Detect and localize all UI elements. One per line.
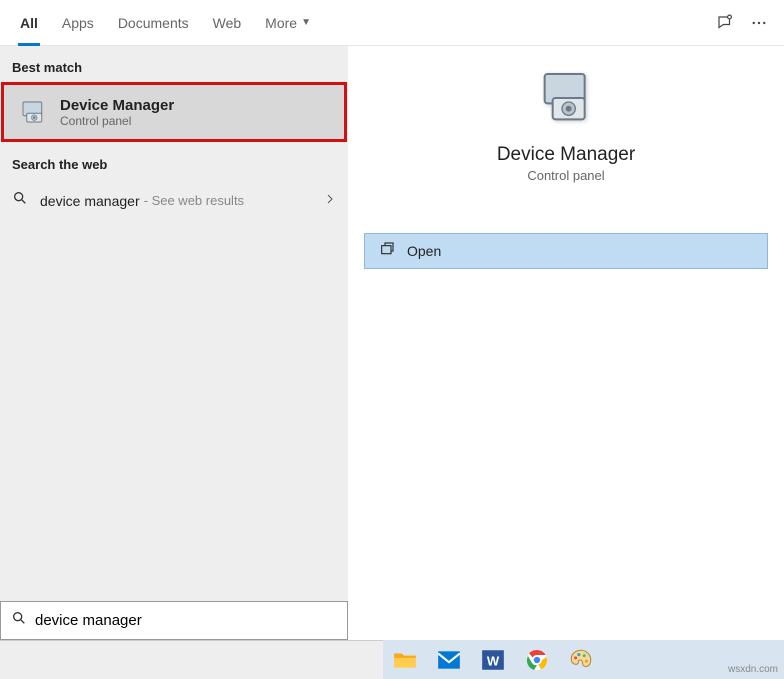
detail-pane: Device Manager Control panel Open [348, 46, 784, 640]
section-search-web: Search the web [0, 143, 348, 178]
search-box[interactable] [0, 601, 348, 640]
taskbar-word[interactable]: W [471, 640, 515, 679]
result-subtitle: Control panel [60, 114, 174, 128]
taskbar-mail[interactable] [427, 640, 471, 679]
open-label: Open [407, 243, 441, 259]
tab-documents[interactable]: Documents [106, 0, 201, 46]
taskbar-paint[interactable] [559, 640, 603, 679]
search-tabs: All Apps Documents Web More▼ [0, 0, 784, 46]
tab-all[interactable]: All [8, 0, 50, 46]
detail-title: Device Manager [348, 144, 784, 166]
web-search-result[interactable]: device manager - See web results [0, 178, 348, 223]
more-options-icon[interactable] [742, 6, 776, 40]
feedback-icon[interactable] [708, 6, 742, 40]
result-device-manager[interactable]: Device Manager Control panel [1, 82, 347, 142]
taskbar-file-explorer[interactable] [383, 640, 427, 679]
results-column: Best match Device Manager Control panel … [0, 46, 348, 640]
chevron-right-icon [324, 192, 336, 210]
svg-text:W: W [487, 653, 500, 668]
search-icon [12, 190, 32, 211]
web-query: device manager [40, 193, 140, 209]
device-manager-icon [16, 95, 50, 129]
detail-subtitle: Control panel [348, 168, 784, 183]
tab-more[interactable]: More▼ [253, 0, 323, 46]
search-input[interactable] [35, 612, 337, 629]
tab-web[interactable]: Web [201, 0, 254, 46]
open-icon [379, 241, 397, 262]
taskbar-chrome[interactable] [515, 640, 559, 679]
watermark: wsxdn.com [728, 664, 778, 675]
open-action[interactable]: Open [364, 233, 768, 269]
result-title: Device Manager [60, 97, 174, 114]
chevron-down-icon: ▼ [301, 17, 311, 28]
detail-icon [348, 66, 784, 130]
web-hint: - See web results [144, 193, 244, 208]
section-best-match: Best match [0, 46, 348, 81]
tab-apps[interactable]: Apps [50, 0, 106, 46]
taskbar: W [0, 640, 784, 679]
search-icon [11, 610, 27, 631]
